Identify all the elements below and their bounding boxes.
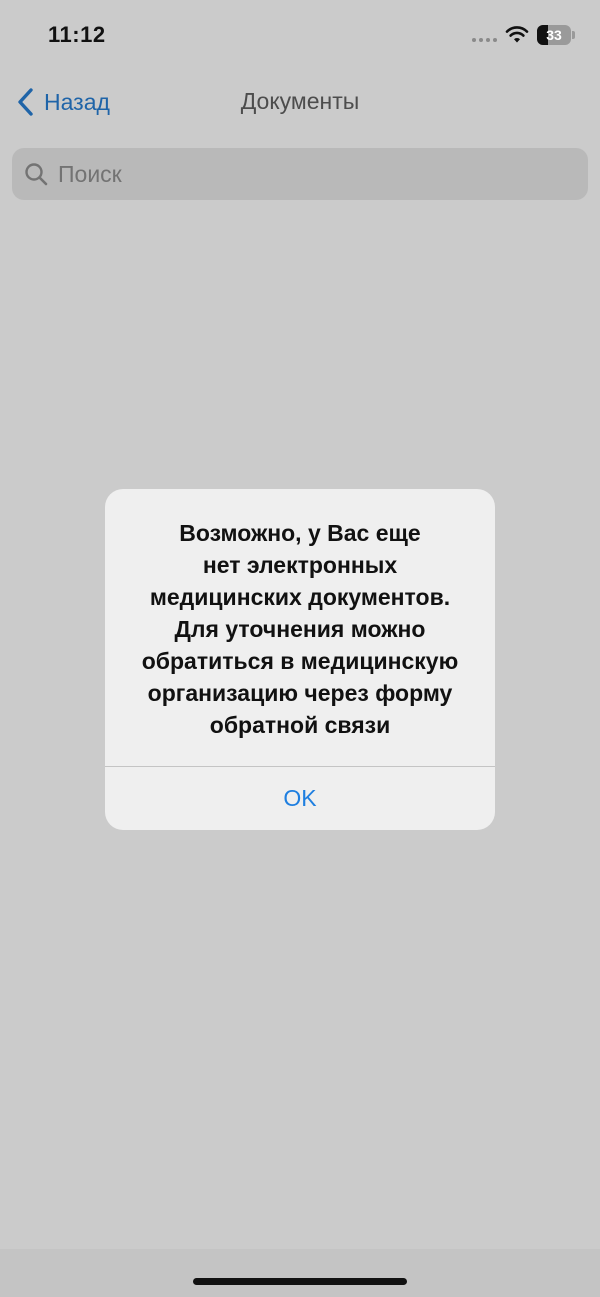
bottom-safe-area — [0, 1249, 600, 1297]
documents-screen: 11:12 33 Назад Документы Поиск Возможно,… — [0, 0, 600, 1297]
status-bar: 11:12 33 — [0, 0, 600, 72]
battery-cap — [572, 31, 575, 39]
search-bar[interactable] — [12, 148, 588, 200]
battery-percentage: 33 — [546, 27, 562, 43]
alert-message-line: организацию через форму — [147, 680, 453, 706]
back-button[interactable]: Назад — [16, 84, 110, 120]
search-icon — [25, 163, 48, 186]
wifi-icon — [505, 26, 529, 43]
status-time: 11:12 — [48, 22, 106, 47]
alert-message-line: обратной связи — [209, 712, 391, 738]
alert-ok-button[interactable]: OK — [105, 767, 495, 830]
battery-icon: 33 — [537, 25, 571, 45]
alert-message: Возможно, у Вас еще нет электронных меди… — [125, 517, 475, 741]
alert-message-line: Возможно, у Вас еще — [179, 520, 421, 546]
back-button-label: Назад — [44, 88, 110, 115]
alert-message-line: обратиться в медицинскую — [141, 648, 459, 674]
alert-message-line: медицинских документов. — [149, 584, 451, 610]
cellular-signal-icon — [472, 38, 497, 42]
search-input[interactable] — [56, 159, 560, 189]
chevron-left-icon — [18, 88, 33, 116]
home-indicator[interactable] — [193, 1278, 407, 1285]
alert-message-line: Для уточнения можно — [174, 616, 426, 642]
page-title: Документы — [240, 88, 360, 114]
alert-dialog: Возможно, у Вас еще нет электронных меди… — [105, 489, 495, 830]
alert-message-line: нет электронных — [202, 552, 398, 578]
navigation-bar: Назад Документы — [0, 72, 600, 136]
